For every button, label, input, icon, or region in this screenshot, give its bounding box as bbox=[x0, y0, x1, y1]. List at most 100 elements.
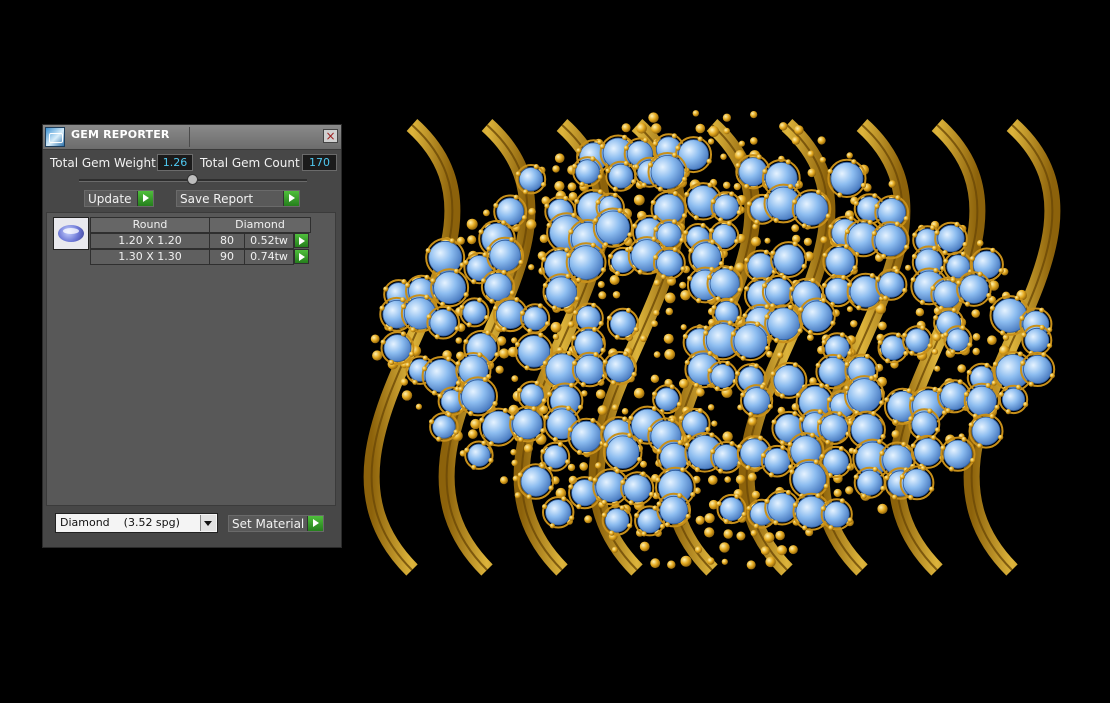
gold-prong bbox=[903, 216, 909, 222]
gold-bead bbox=[778, 155, 785, 163]
slider-thumb[interactable] bbox=[187, 174, 198, 185]
gold-prong bbox=[714, 386, 720, 392]
gold-prong bbox=[684, 442, 691, 448]
gold-prong bbox=[681, 213, 688, 219]
gold-prong bbox=[576, 449, 583, 455]
gold-bead bbox=[400, 378, 409, 386]
gold-prong bbox=[566, 405, 572, 411]
gold-bead bbox=[736, 531, 746, 541]
gold-prong bbox=[601, 512, 607, 518]
gold-prong bbox=[949, 466, 955, 472]
gold-prong bbox=[696, 298, 702, 304]
gold-bead bbox=[510, 449, 517, 456]
gold-prong bbox=[819, 383, 825, 389]
gem-thumbnail-icon[interactable] bbox=[53, 217, 89, 250]
material-dropdown[interactable]: Diamond (3.52 spg) bbox=[55, 513, 218, 533]
gold-prong bbox=[744, 286, 750, 292]
gold-prong bbox=[683, 230, 689, 236]
gold-prong bbox=[729, 441, 735, 447]
save-report-button[interactable]: Save Report bbox=[176, 190, 300, 207]
gold-prong bbox=[872, 193, 878, 199]
blue-gem bbox=[545, 499, 572, 526]
blue-gem bbox=[609, 310, 636, 337]
chevron-down-icon[interactable] bbox=[200, 515, 216, 531]
gold-prong bbox=[429, 419, 435, 425]
gold-bead bbox=[514, 492, 522, 499]
gold-prong bbox=[852, 265, 858, 271]
gold-prong bbox=[537, 303, 544, 309]
material-header: Diamond bbox=[209, 217, 311, 233]
blue-gem bbox=[433, 271, 467, 305]
gold-prong bbox=[815, 493, 821, 499]
gold-prong bbox=[542, 282, 549, 288]
gold-prong bbox=[573, 310, 579, 316]
gold-bead bbox=[568, 321, 575, 328]
gold-prong bbox=[488, 457, 494, 463]
gold-prong bbox=[990, 247, 996, 253]
blue-gem bbox=[432, 415, 456, 439]
gold-prong bbox=[593, 217, 599, 223]
gold-prong bbox=[836, 354, 843, 360]
gold-prong bbox=[453, 429, 459, 435]
gold-bead bbox=[850, 320, 858, 328]
blue-gem bbox=[820, 414, 848, 442]
gold-prong bbox=[875, 276, 881, 282]
gold-prong bbox=[706, 274, 713, 280]
gold-prong bbox=[1016, 384, 1022, 390]
gold-prong bbox=[774, 337, 780, 343]
gold-prong bbox=[657, 186, 664, 192]
update-button[interactable]: Update bbox=[84, 190, 154, 207]
gold-prong bbox=[649, 491, 655, 497]
blue-gem bbox=[678, 139, 709, 171]
window-title: GEM REPORTER bbox=[71, 128, 170, 141]
gold-prong bbox=[454, 326, 460, 332]
gold-prong bbox=[634, 512, 640, 519]
select-row-button[interactable] bbox=[294, 233, 309, 248]
set-material-button[interactable]: Set Material bbox=[228, 515, 324, 532]
gold-prong bbox=[623, 145, 630, 151]
gold-prong bbox=[885, 358, 891, 364]
gold-prong bbox=[827, 168, 833, 174]
gold-prong bbox=[706, 158, 712, 164]
gold-prong bbox=[792, 362, 799, 368]
blue-gem bbox=[905, 328, 930, 353]
blue-gem bbox=[655, 387, 679, 412]
title-bar[interactable]: GEM REPORTER × bbox=[43, 125, 341, 150]
gold-prong bbox=[825, 439, 831, 445]
gold-prong bbox=[540, 448, 546, 455]
gold-prong bbox=[798, 307, 804, 313]
gold-prong bbox=[869, 273, 876, 279]
gold-prong bbox=[579, 181, 585, 187]
gold-prong bbox=[494, 352, 500, 358]
gold-bead bbox=[764, 237, 771, 244]
blue-gem bbox=[801, 300, 833, 333]
gold-bead bbox=[665, 307, 673, 316]
gold-prong bbox=[927, 343, 933, 349]
gold-prong bbox=[687, 275, 693, 281]
gold-prong bbox=[509, 237, 515, 243]
close-button[interactable]: × bbox=[323, 129, 338, 143]
select-row-button[interactable] bbox=[294, 249, 309, 264]
gold-prong bbox=[449, 238, 455, 244]
gold-bead bbox=[776, 545, 788, 556]
gold-bead bbox=[747, 472, 757, 482]
gold-prong bbox=[379, 305, 385, 311]
blue-gem bbox=[1024, 327, 1050, 353]
gold-prong bbox=[902, 287, 908, 293]
gold-bead bbox=[807, 334, 814, 341]
gold-prong bbox=[883, 295, 889, 301]
gold-prong bbox=[856, 305, 862, 311]
gold-bead bbox=[803, 237, 813, 246]
gold-prong bbox=[763, 249, 770, 255]
play-arrow-icon bbox=[283, 191, 299, 206]
gold-prong bbox=[877, 339, 883, 346]
total-gem-count-value: 170 bbox=[302, 154, 337, 171]
gold-bead bbox=[765, 556, 776, 568]
gold-bead bbox=[845, 486, 854, 495]
gold-prong bbox=[895, 195, 901, 201]
gold-prong bbox=[477, 352, 483, 358]
gold-prong bbox=[623, 160, 629, 166]
blue-gem bbox=[659, 495, 688, 525]
gold-prong bbox=[572, 163, 578, 169]
gold-bead bbox=[664, 349, 676, 360]
